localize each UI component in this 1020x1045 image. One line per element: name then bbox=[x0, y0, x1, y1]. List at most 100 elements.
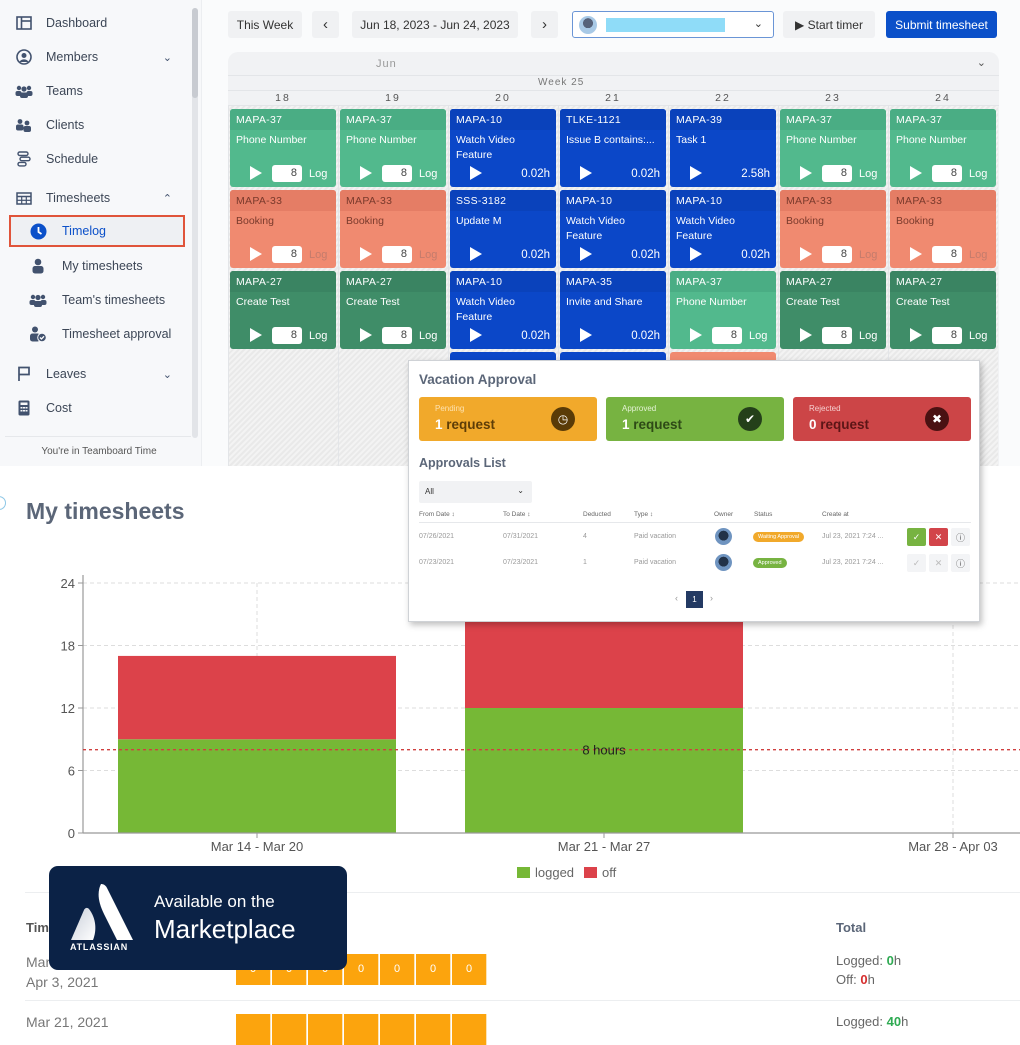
approved-stat-card[interactable]: Approved 1 request ✔ bbox=[606, 397, 784, 441]
hours-input[interactable]: 8 bbox=[382, 327, 412, 344]
hours-input[interactable]: 8 bbox=[932, 165, 962, 182]
sidebar-item-schedule[interactable]: Schedule bbox=[0, 144, 190, 174]
hours-input[interactable]: 8 bbox=[272, 246, 302, 263]
collapse-chevron-icon[interactable]: ⌄ bbox=[977, 56, 987, 69]
task-card[interactable]: SSS-3182 Update M 0.02h bbox=[450, 190, 556, 268]
play-icon[interactable] bbox=[470, 166, 482, 180]
sidebar-item-timelog[interactable]: Timelog bbox=[9, 215, 185, 247]
play-icon[interactable] bbox=[470, 247, 482, 261]
play-icon[interactable] bbox=[580, 166, 592, 180]
atlassian-marketplace-badge[interactable]: ATLASSIAN Available on the Marketplace bbox=[49, 866, 347, 970]
day-hours-cell[interactable] bbox=[344, 1014, 379, 1045]
rejected-stat-card[interactable]: Rejected 0 request ✖ bbox=[793, 397, 971, 441]
play-icon[interactable] bbox=[910, 166, 922, 180]
day-hours-cell[interactable]: 0 bbox=[452, 954, 487, 985]
play-icon[interactable] bbox=[910, 247, 922, 261]
log-button[interactable]: Log bbox=[419, 249, 437, 261]
sidebar-item-timesheets[interactable]: Timesheets ⌃ bbox=[0, 183, 190, 213]
day-hours-cell[interactable] bbox=[272, 1014, 307, 1045]
hours-input[interactable]: 8 bbox=[822, 246, 852, 263]
sidebar-item-teams[interactable]: Teams bbox=[0, 76, 190, 106]
sidebar-item-team-s-timesheets[interactable]: Team's timesheets bbox=[0, 285, 190, 315]
log-button[interactable]: Log bbox=[419, 168, 437, 180]
sidebar-item-cost[interactable]: Cost bbox=[0, 393, 190, 423]
status-filter-select[interactable]: All ⌄ bbox=[419, 481, 532, 503]
day-hours-cell[interactable]: 0 bbox=[380, 954, 415, 985]
info-button[interactable]: ⓘ bbox=[951, 528, 970, 546]
hours-input[interactable]: 8 bbox=[822, 327, 852, 344]
play-icon[interactable] bbox=[250, 247, 262, 261]
prev-week-button[interactable]: ‹ bbox=[312, 11, 339, 38]
play-icon[interactable] bbox=[800, 247, 812, 261]
prev-page-button[interactable]: ‹ bbox=[675, 593, 678, 603]
day-hours-cell[interactable] bbox=[308, 1014, 343, 1045]
sidebar-item-clients[interactable]: Clients bbox=[0, 110, 190, 140]
play-icon[interactable] bbox=[250, 328, 262, 342]
task-card[interactable]: MAPA-33 Booking 8 Log bbox=[780, 190, 886, 268]
hours-input[interactable]: 8 bbox=[932, 246, 962, 263]
col-to-date[interactable]: To Date ↕ bbox=[503, 511, 530, 518]
log-button[interactable]: Log bbox=[309, 330, 327, 342]
hours-input[interactable]: 8 bbox=[712, 327, 742, 344]
col-from-date[interactable]: From Date ↕ bbox=[419, 511, 455, 518]
day-hours-cell[interactable]: 0 bbox=[416, 954, 451, 985]
task-card[interactable]: MAPA-10 Watch Video Feature 0.02h bbox=[450, 271, 556, 349]
task-card[interactable]: TLKE-1121 Issue B contains:... 0.02h bbox=[560, 109, 666, 187]
start-timer-button[interactable]: ▶ Start timer bbox=[783, 11, 875, 38]
play-icon[interactable] bbox=[910, 328, 922, 342]
log-button[interactable]: Log bbox=[859, 330, 877, 342]
reject-button[interactable]: ✕ bbox=[929, 528, 948, 546]
task-card[interactable]: MAPA-10 Watch Video Feature 0.02h bbox=[450, 109, 556, 187]
task-card[interactable]: MAPA-37 Phone Number 8 Log bbox=[670, 271, 776, 349]
hours-input[interactable]: 8 bbox=[272, 327, 302, 344]
pending-stat-card[interactable]: Pending 1 request ◷ bbox=[419, 397, 597, 441]
play-icon[interactable] bbox=[470, 328, 482, 342]
hours-input[interactable]: 8 bbox=[272, 165, 302, 182]
day-hours-cell[interactable] bbox=[416, 1014, 451, 1045]
play-icon[interactable] bbox=[690, 247, 702, 261]
task-card[interactable]: MAPA-37 Phone Number 8 Log bbox=[780, 109, 886, 187]
next-page-button[interactable]: › bbox=[710, 593, 713, 603]
sidebar-item-members[interactable]: Members ⌄ bbox=[0, 42, 190, 72]
log-button[interactable]: Log bbox=[419, 330, 437, 342]
sidebar-item-my-timesheets[interactable]: My timesheets bbox=[0, 251, 190, 281]
next-week-button[interactable]: › bbox=[531, 11, 558, 38]
user-select[interactable]: ⌄ bbox=[572, 11, 774, 38]
col-type[interactable]: Type ↕ bbox=[634, 511, 653, 518]
log-button[interactable]: Log bbox=[969, 168, 987, 180]
log-button[interactable]: Log bbox=[859, 168, 877, 180]
approve-button[interactable]: ✓ bbox=[907, 554, 926, 572]
page-1-button[interactable]: 1 bbox=[686, 591, 703, 608]
task-card[interactable]: MAPA-37 Phone Number 8 Log bbox=[340, 109, 446, 187]
log-button[interactable]: Log bbox=[969, 330, 987, 342]
this-week-button[interactable]: This Week bbox=[228, 11, 302, 38]
hours-input[interactable]: 8 bbox=[822, 165, 852, 182]
task-card[interactable]: MAPA-27 Create Test 8 Log bbox=[340, 271, 446, 349]
play-icon[interactable] bbox=[250, 166, 262, 180]
chevron-down-icon[interactable]: ⌄ bbox=[163, 51, 172, 64]
task-card[interactable]: MAPA-27 Create Test 8 Log bbox=[890, 271, 996, 349]
play-icon[interactable] bbox=[580, 247, 592, 261]
info-button[interactable]: ⓘ bbox=[951, 554, 970, 572]
chevron-down-icon[interactable]: ⌄ bbox=[163, 368, 172, 381]
play-icon[interactable] bbox=[360, 247, 372, 261]
legend-label-off[interactable]: off bbox=[602, 865, 616, 880]
sidebar-item-dashboard[interactable]: Dashboard bbox=[0, 8, 190, 38]
day-hours-cell[interactable] bbox=[452, 1014, 487, 1045]
task-card[interactable]: MAPA-10 Watch Video Feature 0.02h bbox=[560, 190, 666, 268]
date-range-picker[interactable]: Jun 18, 2023 - Jun 24, 2023 bbox=[352, 11, 518, 38]
log-button[interactable]: Log bbox=[969, 249, 987, 261]
day-hours-cell[interactable]: 0 bbox=[344, 954, 379, 985]
play-icon[interactable] bbox=[800, 166, 812, 180]
legend-label-logged[interactable]: logged bbox=[535, 865, 574, 880]
sidebar-item-leaves[interactable]: Leaves ⌄ bbox=[0, 359, 190, 389]
log-button[interactable]: Log bbox=[309, 249, 327, 261]
play-icon[interactable] bbox=[690, 166, 702, 180]
day-hours-cell[interactable] bbox=[380, 1014, 415, 1045]
hours-input[interactable]: 8 bbox=[932, 327, 962, 344]
log-button[interactable]: Log bbox=[309, 168, 327, 180]
day-hours-cell[interactable] bbox=[236, 1014, 271, 1045]
sidebar-item-timesheet-approval[interactable]: Timesheet approval bbox=[0, 319, 190, 349]
play-icon[interactable] bbox=[580, 328, 592, 342]
task-card[interactable]: MAPA-39 Task 1 2.58h bbox=[670, 109, 776, 187]
